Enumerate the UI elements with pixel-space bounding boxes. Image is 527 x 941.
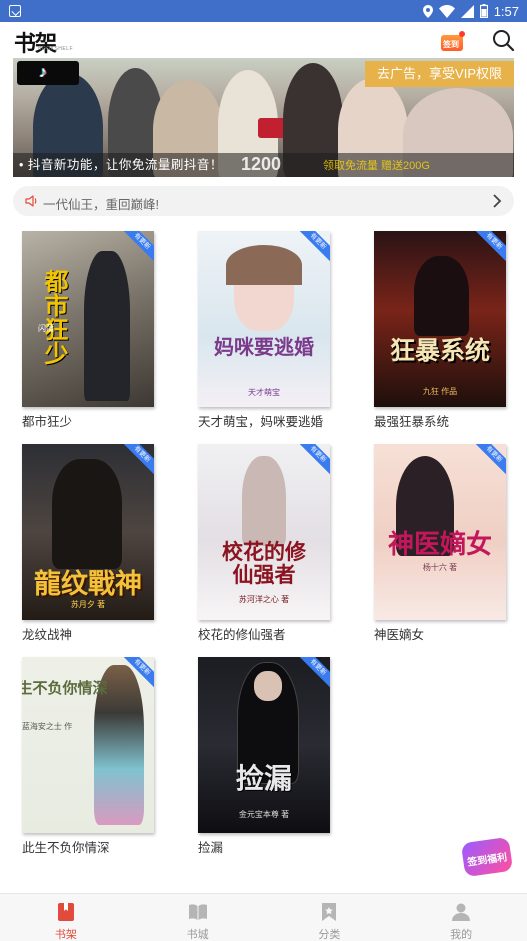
signal-icon xyxy=(460,4,474,18)
gift-label: 签到 xyxy=(443,40,459,49)
bookmark-icon xyxy=(322,903,337,921)
update-badge: 有更新 xyxy=(295,231,330,264)
open-book-icon xyxy=(188,904,207,920)
clock: 1:57 xyxy=(493,3,519,19)
bottom-navigation: 书架 书城 分类 我的 xyxy=(0,893,527,941)
tab-profile[interactable]: 我的 xyxy=(395,894,527,941)
book-title: 此生不负你情深 xyxy=(22,841,110,855)
tab-bookstore[interactable]: 书城 xyxy=(132,894,264,941)
update-badge: 有更新 xyxy=(119,231,154,264)
wifi-icon xyxy=(438,4,455,18)
book-title: 最强狂暴系统 xyxy=(374,415,450,429)
status-icons: 1:57 xyxy=(422,3,519,19)
search-icon[interactable] xyxy=(491,28,515,52)
update-badge: 有更新 xyxy=(295,444,330,477)
book-cover: 狂暴系统 九狂 作品 有更新 xyxy=(374,231,506,407)
notice-bar[interactable]: 一代仙王，重回巅峰! xyxy=(13,186,514,216)
banner-tail-text: 领取免流量 赠送200G xyxy=(323,160,430,172)
promo-banner[interactable]: ♪ 去广告，享受VIP权限 • 抖音新功能，让你免流量刷抖音！ 1200 领取免… xyxy=(13,58,514,177)
book-cover: 都市狂少 闪蒲 有更新 xyxy=(22,231,154,407)
book-cover: 校花的修仙强者 苏河洋之心 著 有更新 xyxy=(198,444,330,620)
tab-label: 分类 xyxy=(318,929,341,941)
tiktok-logo: ♪ xyxy=(17,61,79,85)
book-title: 都市狂少 xyxy=(22,415,73,429)
remove-ads-vip-button[interactable]: 去广告，享受VIP权限 xyxy=(365,61,514,87)
notification-icon xyxy=(9,5,21,17)
book-cover: 龍纹戰神 苏月夕 著 有更新 xyxy=(22,444,154,620)
bookshelf-icon xyxy=(57,903,74,921)
book-title: 校花的修仙强者 xyxy=(198,628,286,642)
book-title: 捡漏 xyxy=(198,841,224,855)
tab-label: 书架 xyxy=(54,929,77,941)
sign-in-reward-badge[interactable]: 签到福利 xyxy=(460,836,514,878)
speaker-icon xyxy=(25,195,37,207)
update-badge: 有更新 xyxy=(295,657,330,690)
tab-label: 我的 xyxy=(450,929,473,941)
book-cover: 妈咪要逃婚 天才萌宝 有更新 xyxy=(198,231,330,407)
battery-icon xyxy=(479,4,488,18)
sign-in-gift-button[interactable]: 签到 xyxy=(441,31,465,51)
user-icon xyxy=(452,903,471,921)
banner-caption: • 抖音新功能，让你免流量刷抖音！ xyxy=(19,158,223,172)
app-logo: 书架 xyxy=(14,31,57,57)
update-badge: 有更新 xyxy=(471,231,506,264)
book-title: 神医嫡女 xyxy=(374,628,425,642)
app-header: 书架 BOOKSHELF 签到 xyxy=(0,22,527,58)
banner-number: 1200 xyxy=(241,154,282,174)
app-logo-subtitle: BOOKSHELF xyxy=(38,46,74,52)
status-bar: 1:57 xyxy=(0,0,527,22)
book-cover: 神医嫡女 杨十六 著 有更新 xyxy=(374,444,506,620)
tab-bookshelf[interactable]: 书架 xyxy=(0,894,132,941)
book-cover: 捡漏 金元宝本尊 著 有更新 xyxy=(198,657,330,833)
book-title: 龙纹战神 xyxy=(22,628,73,642)
location-icon xyxy=(422,4,433,18)
tab-label: 书城 xyxy=(186,929,209,941)
tab-category[interactable]: 分类 xyxy=(264,894,396,941)
update-badge: 有更新 xyxy=(471,444,506,477)
chevron-right-icon xyxy=(493,194,502,208)
notification-dot xyxy=(459,31,465,37)
notice-text: 一代仙王，重回巅峰! xyxy=(43,198,159,212)
update-badge: 有更新 xyxy=(119,444,154,477)
book-cover: 此生不负你情深 蓝海安之士 作 有更新 xyxy=(22,657,154,833)
book-title: 天才萌宝，妈咪要逃婚 xyxy=(198,415,324,429)
